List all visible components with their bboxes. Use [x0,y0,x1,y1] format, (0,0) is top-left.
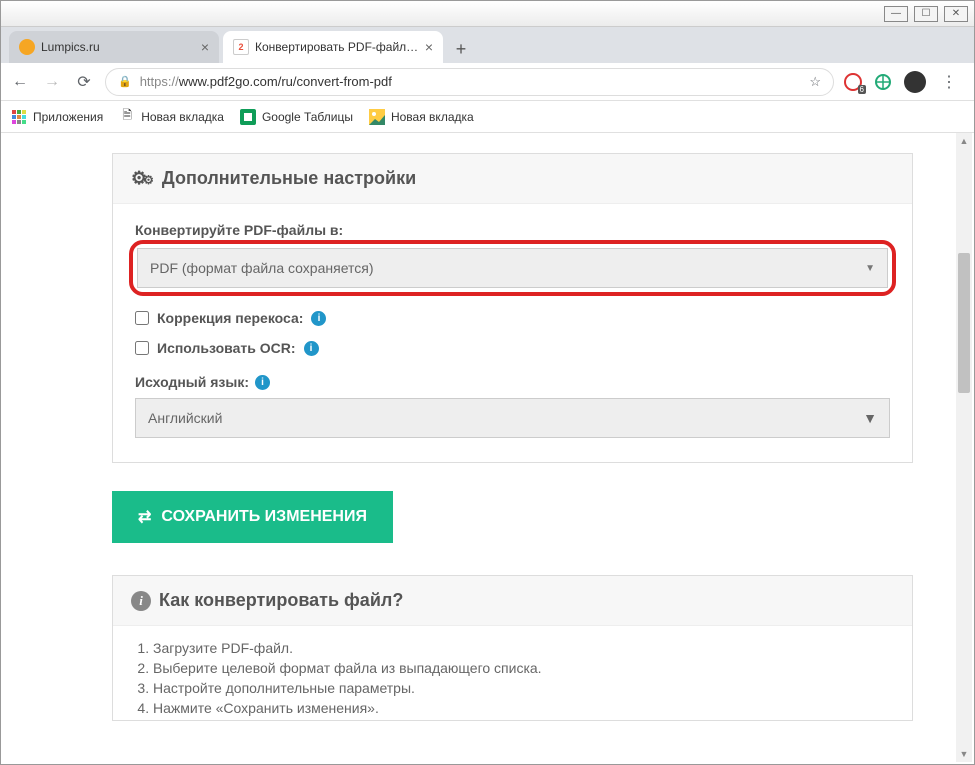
gears-icon: ⚙⚙ [131,168,154,189]
apps-button[interactable]: Приложения [11,109,103,125]
convert-to-label: Конвертируйте PDF-файлы в: [135,222,890,238]
doc-icon: 🗎 [119,109,135,125]
toolbar-right: 6 ⋮ [844,71,966,93]
how-step: Настройте дополнительные параметры. [153,680,892,696]
close-tab-icon[interactable]: × [425,39,433,55]
ocr-checkbox[interactable] [135,341,149,355]
reload-button[interactable]: ⟳ [73,72,95,92]
info-icon[interactable]: i [304,341,319,356]
new-tab-button[interactable]: + [447,35,475,63]
chevron-down-icon: ▼ [865,263,875,274]
back-button[interactable]: ← [9,73,31,91]
page-content: ⚙⚙ Дополнительные настройки Конвертируйт… [2,133,973,763]
chevron-down-icon: ▼ [863,410,877,426]
settings-panel: ⚙⚙ Дополнительные настройки Конвертируйт… [112,153,913,463]
ocr-label: Использовать OCR: [157,340,296,356]
how-step: Загрузите PDF-файл. [153,640,892,656]
how-to-list: Загрузите PDF-файл. Выберите целевой фор… [113,626,912,716]
star-icon[interactable]: ☆ [809,74,821,90]
language-value: Английский [148,410,222,426]
format-value: PDF (формат файла сохраняется) [150,260,374,276]
deskew-label: Коррекция перекоса: [157,310,303,326]
apps-icon [11,109,27,125]
forward-button[interactable]: → [41,73,63,91]
extension-badge: 6 [858,85,866,94]
browser-tab-strip: Lumpics.ru × 2 Конвертировать PDF-файл —… [1,27,974,63]
format-highlight: PDF (формат файла сохраняется) ▼ [129,240,896,296]
format-select[interactable]: PDF (формат файла сохраняется) ▼ [137,248,888,288]
bookmark-label: Новая вкладка [141,110,224,124]
save-changes-button[interactable]: ⇄ СОХРАНИТЬ ИЗМЕНЕНИЯ [112,491,393,543]
language-select[interactable]: Английский ▼ [135,398,890,438]
scroll-down-arrow[interactable]: ▼ [956,746,972,762]
bookmark-label: Новая вкладка [391,110,474,124]
settings-header: ⚙⚙ Дополнительные настройки [113,154,912,204]
favicon-icon [19,39,35,55]
scrollbar-thumb[interactable] [958,253,970,393]
url-text: https://www.pdf2go.com/ru/convert-from-p… [140,74,392,89]
extension-opera-icon[interactable]: 6 [844,73,862,91]
deskew-checkbox-row[interactable]: Коррекция перекоса: i [135,310,890,326]
browser-tab-pdf2go[interactable]: 2 Конвертировать PDF-файл — К × [223,31,443,63]
bookmark-item[interactable]: 🗎 Новая вкладка [119,109,224,125]
maximize-button[interactable]: ☐ [914,6,938,22]
source-lang-text: Исходный язык: [135,374,249,390]
minimize-button[interactable]: — [884,6,908,22]
save-btn-label: СОХРАНИТЬ ИЗМЕНЕНИЯ [161,508,367,526]
bookmark-label: Google Таблицы [262,110,353,124]
how-step: Выберите целевой формат файла из выпадаю… [153,660,892,676]
menu-icon[interactable]: ⋮ [938,72,960,92]
bookmark-label: Приложения [33,110,103,124]
bookmark-item[interactable]: Новая вкладка [369,109,474,125]
bookmarks-bar: Приложения 🗎 Новая вкладка Google Таблиц… [1,101,974,133]
vertical-scrollbar[interactable]: ▲ ▼ [956,133,972,762]
how-to-panel: i Как конвертировать файл? Загрузите PDF… [112,575,913,721]
scroll-up-arrow[interactable]: ▲ [956,133,972,149]
browser-tab-lumpics[interactable]: Lumpics.ru × [9,31,219,63]
image-icon [369,109,385,125]
tab-title: Конвертировать PDF-файл — К [255,40,419,54]
how-to-title: Как конвертировать файл? [159,590,403,611]
profile-avatar[interactable] [904,71,926,93]
info-icon[interactable]: i [311,311,326,326]
info-icon[interactable]: i [255,375,270,390]
tab-title: Lumpics.ru [41,40,195,54]
info-icon: i [131,591,151,611]
swap-icon: ⇄ [138,507,151,527]
sheets-icon [240,109,256,125]
window-title-bar: — ☐ ✕ [1,1,974,27]
deskew-checkbox[interactable] [135,311,149,325]
extension-globe-icon[interactable] [874,73,892,91]
address-bar: ← → ⟳ 🔒 https://www.pdf2go.com/ru/conver… [1,63,974,101]
source-lang-label: Исходный язык: i [135,374,890,390]
bookmark-item[interactable]: Google Таблицы [240,109,353,125]
close-window-button[interactable]: ✕ [944,6,968,22]
settings-title: Дополнительные настройки [162,168,416,189]
how-step: Нажмите «Сохранить изменения». [153,700,892,716]
lock-icon: 🔒 [118,75,132,88]
ocr-checkbox-row[interactable]: Использовать OCR: i [135,340,890,356]
how-to-header: i Как конвертировать файл? [113,576,912,626]
favicon-icon: 2 [233,39,249,55]
close-tab-icon[interactable]: × [201,39,209,55]
url-input[interactable]: 🔒 https://www.pdf2go.com/ru/convert-from… [105,68,834,96]
